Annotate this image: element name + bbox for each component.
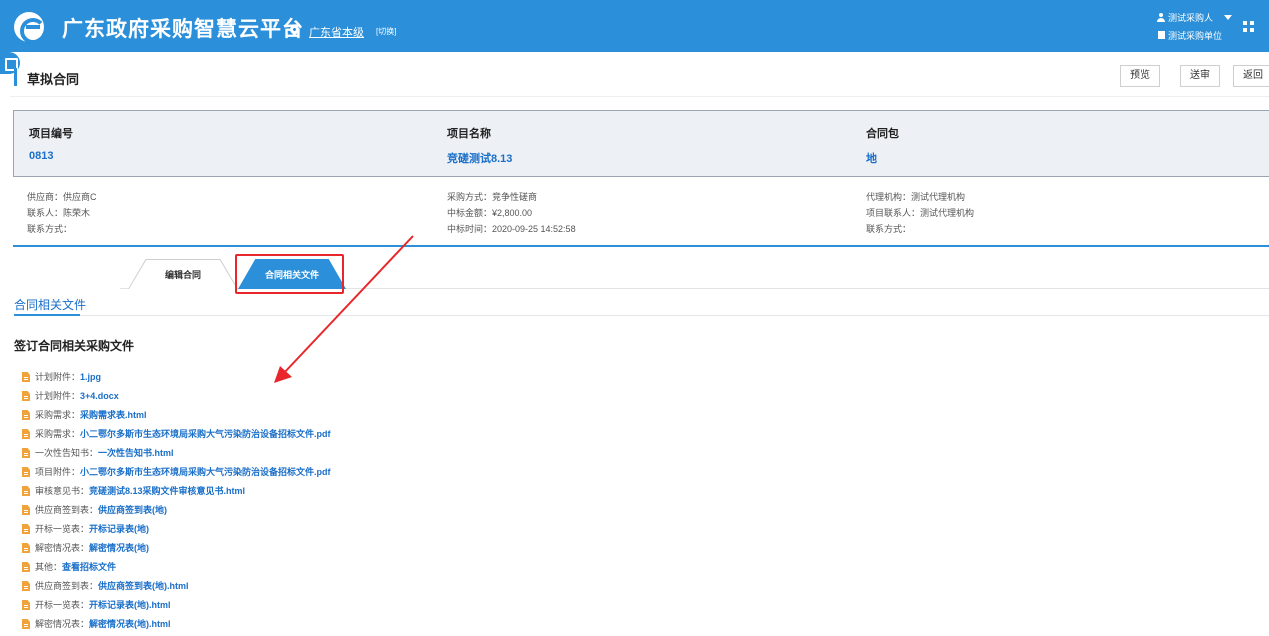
project-number-label: 项目编号 [29,128,73,140]
page-title: 草拟合同 [27,72,80,87]
tab-edit-contract[interactable]: 编辑合同 [128,259,238,289]
bid-time-text: 中标时间：2020-09-25 14:52:58 [447,224,576,234]
title-accent-bar [14,68,17,86]
divider [10,96,1269,97]
contact-person-text: 联系人：陈荣木 [27,208,91,218]
procurement-method-text: 采购方式：竞争性磋商 [447,192,538,202]
subsection-title: 签订合同相关采购文件 [14,339,135,353]
file-type-label: 采购需求：小二鄂尔多斯市生态环境局采购大气污染防治设备招标文件.pdf [35,429,331,439]
submit-review-button[interactable]: 送审 [1180,65,1220,87]
file-type-label: 开标一览表：开标记录表(地) [35,524,150,534]
file-link[interactable]: 供应商签到表(地).html [98,581,189,591]
contract-package-label: 合同包 [866,128,899,140]
document-icon [22,619,30,629]
file-link[interactable]: 采购需求表.html [80,410,147,420]
back-button[interactable]: 返回 [1233,65,1269,87]
supplier-details: 供应商：供应商C 联系人：陈荣木 联系方式： [27,189,97,237]
project-name: 项目名称 竞磋测试8.13 [447,125,512,166]
file-link[interactable]: 小二鄂尔多斯市生态环境局采购大气污染防治设备招标文件.pdf [80,429,331,439]
side-menu-toggle-icon[interactable] [0,52,20,74]
document-icon [22,410,30,420]
project-number-value: 0813 [29,150,54,162]
document-icon [22,372,30,382]
document-icon [22,524,30,534]
file-link[interactable]: 1.jpg [80,372,101,382]
project-summary: 项目编号 0813 项目名称 竞磋测试8.13 合同包 地 [13,110,1269,177]
file-type-label: 解密情况表：解密情况表(地).html [35,619,171,629]
file-link[interactable]: 解密情况表(地) [89,543,149,553]
file-link[interactable]: 一次性告知书.html [98,448,174,458]
document-icon [22,429,30,439]
document-icon [22,600,30,610]
file-link[interactable]: 开标记录表(地).html [89,600,171,610]
file-link[interactable]: 解密情况表(地).html [89,619,171,629]
unit-name: 测试采购单位 [1168,31,1223,41]
app-grid-icon[interactable] [1243,21,1254,32]
document-icon [22,562,30,572]
document-icon [22,486,30,496]
logo-icon [14,12,46,44]
document-icon [22,448,30,458]
document-icon [22,581,30,591]
switch-region-link[interactable]: [切换] [376,26,396,37]
file-type-label: 项目附件：小二鄂尔多斯市生态环境局采购大气污染防治设备招标文件.pdf [35,467,331,477]
divider [13,245,1269,247]
file-type-label: 供应商签到表：供应商签到表(地).html [35,581,189,591]
file-link[interactable]: 供应商签到表(地) [98,505,167,515]
file-type-label: 一次性告知书：一次性告知书.html [35,448,174,458]
document-icon [22,467,30,477]
building-icon [1158,31,1165,39]
file-link[interactable]: 3+4.docx [80,391,119,401]
file-link[interactable]: 竞磋测试8.13采购文件审核意见书.html [89,486,245,496]
file-link[interactable]: 查看招标文件 [62,562,116,572]
document-icon [22,391,30,401]
file-type-label: 审核意见书：竞磋测试8.13采购文件审核意见书.html [35,486,246,496]
supplier-text: 供应商：供应商C [27,192,97,202]
user-menu[interactable]: 测试采购人 [1168,11,1213,24]
file-type-label: 计划附件：1.jpg [35,372,102,382]
file-link[interactable]: 小二鄂尔多斯市生态环境局采购大气污染防治设备招标文件.pdf [80,467,331,477]
app-title: 广东政府采购智慧云平台 [62,18,304,41]
file-type-label: 开标一览表：开标记录表(地).html [35,600,171,610]
contract-package: 合同包 地 [866,125,899,166]
procurement-details: 采购方式：竞争性磋商 中标金额：¥2,800.00 中标时间：2020-09-2… [447,189,576,237]
preview-button[interactable]: 预览 [1120,65,1160,87]
file-type-label: 其他：查看招标文件 [35,562,117,572]
section-divider [14,315,1269,316]
file-type-label: 解密情况表：解密情况表(地) [35,543,150,553]
region-link[interactable]: 广东省本级 [309,24,364,40]
user-icon [1157,13,1165,22]
bid-amount-text: 中标金额：¥2,800.00 [447,208,533,218]
project-name-value: 竞磋测试8.13 [447,153,513,165]
agency-text: 代理机构：测试代理机构 [866,192,966,202]
top-bar: 广东政府采购智慧云平台 广东省本级 [切换] 测试采购人 测试采购单位 [0,0,1269,52]
agency-details: 代理机构：测试代理机构 项目联系人：测试代理机构 联系方式： [866,189,974,237]
annotation-highlight-box [235,254,344,294]
project-name-label: 项目名称 [447,128,491,140]
section-tab-contract-files[interactable]: 合同相关文件 [14,296,86,313]
file-link[interactable]: 开标记录表(地) [89,524,149,534]
section-tab-underline [14,314,80,316]
file-type-label: 采购需求：采购需求表.html [35,410,147,420]
caret-down-icon[interactable] [1224,15,1232,20]
project-contact-text: 项目联系人：测试代理机构 [866,208,975,218]
project-number: 项目编号 0813 [29,125,73,162]
file-type-label: 计划附件：3+4.docx [35,391,119,401]
contract-package-value: 地 [866,153,877,165]
document-icon [22,505,30,515]
file-type-label: 供应商签到表：供应商签到表(地) [35,505,168,515]
document-icon [22,543,30,553]
contact-method-text: 联系方式： [27,224,73,234]
agency-contact-method-text: 联系方式： [866,224,912,234]
